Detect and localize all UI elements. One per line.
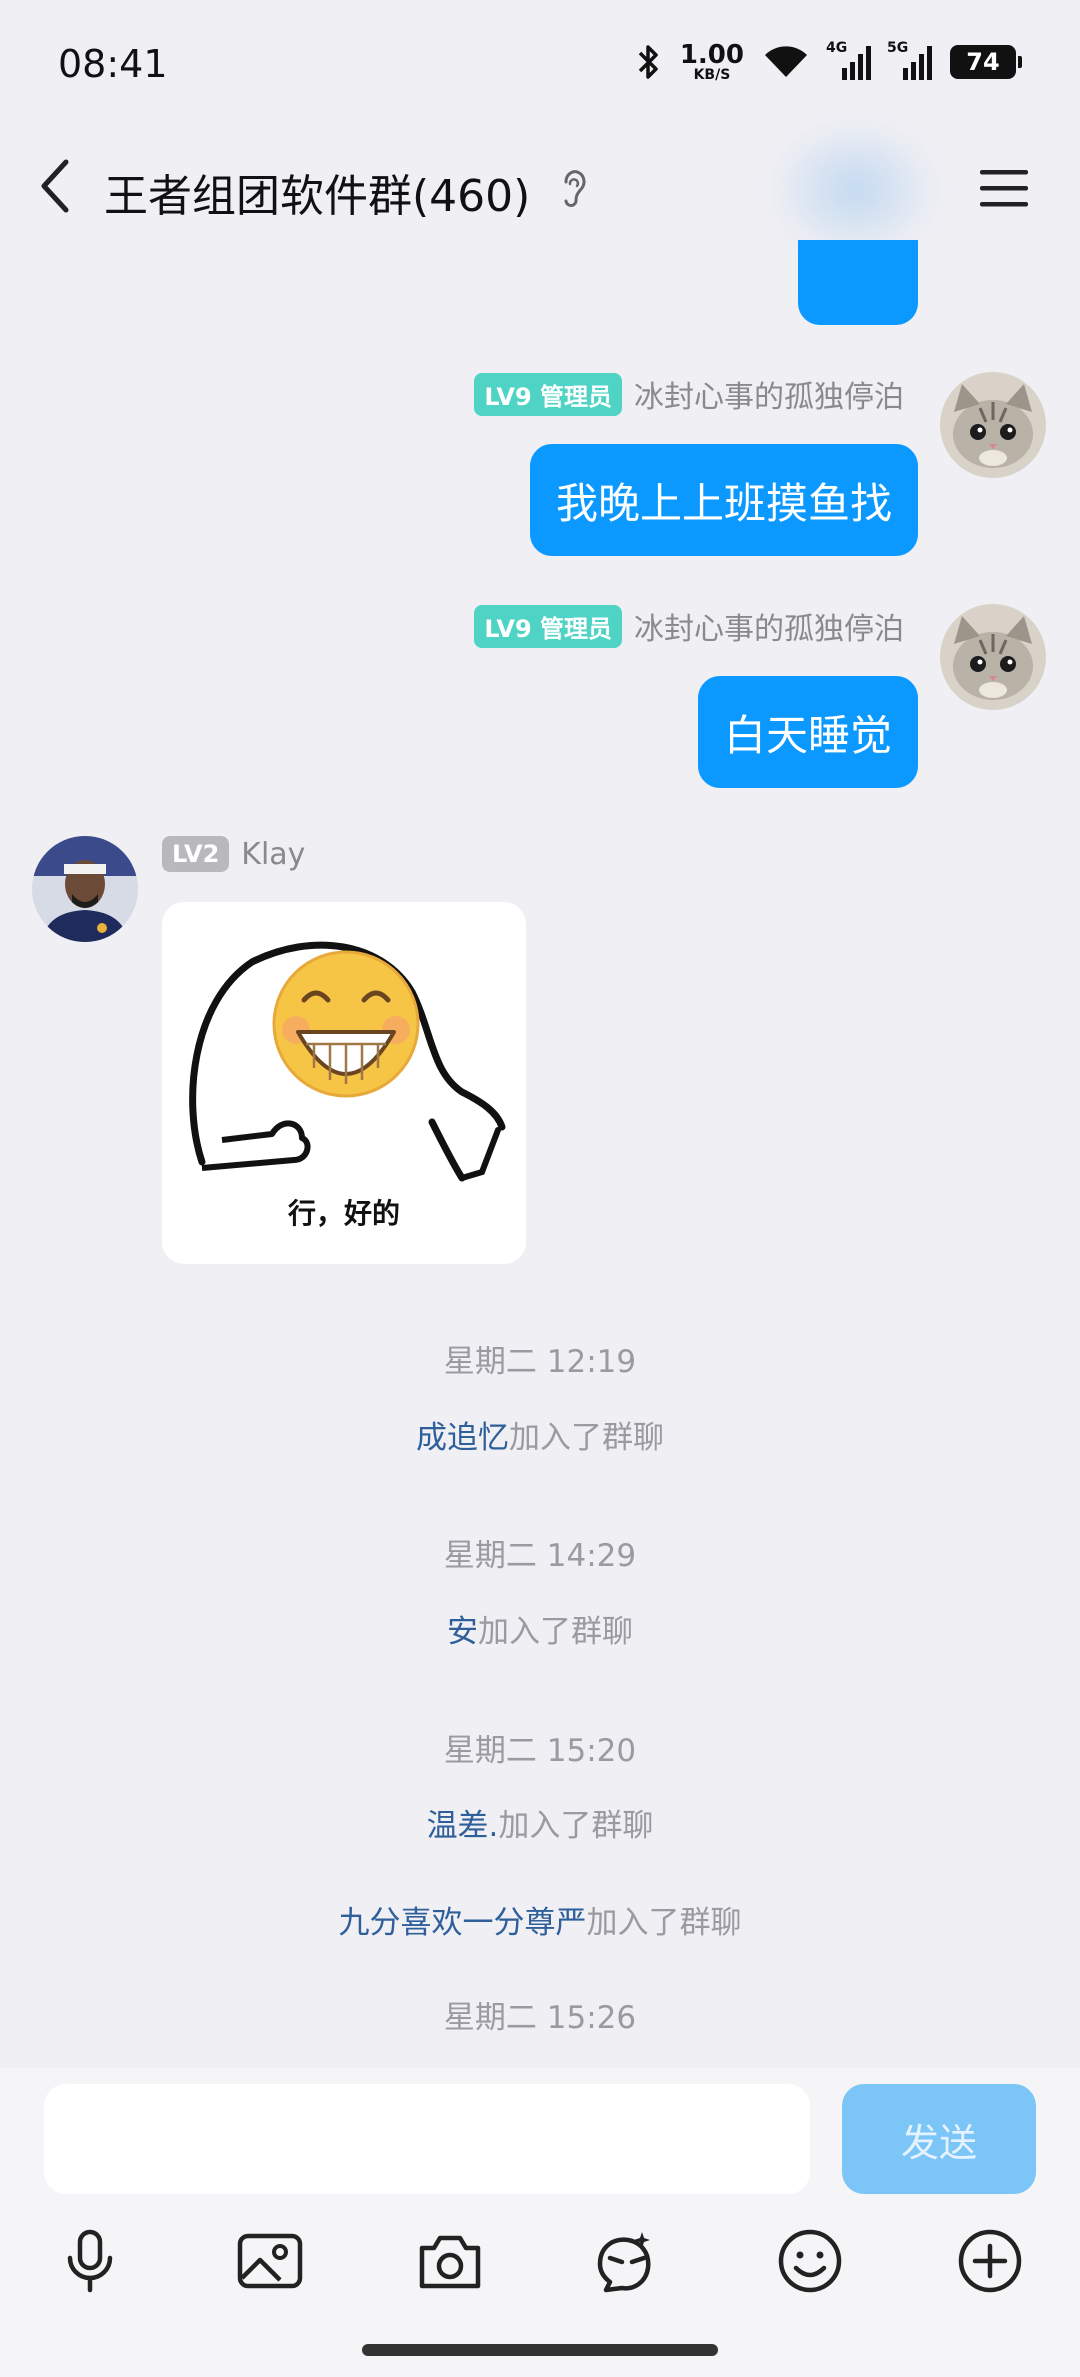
avatar-kitten[interactable] xyxy=(940,604,1046,710)
join-notice: 九分喜欢一分尊严加入了群聊 xyxy=(0,1897,1080,1942)
battery-level: 74 xyxy=(966,48,1000,76)
timestamp: 星期二 15:20 xyxy=(443,1733,637,1769)
battery-icon: 74 xyxy=(950,45,1022,79)
bluetooth-icon xyxy=(638,45,658,79)
join-text: 加入了群聊 xyxy=(478,1614,633,1650)
signal-4g-label: 4G xyxy=(826,40,848,56)
wifi-icon xyxy=(765,46,807,77)
avatar-klay[interactable] xyxy=(32,836,138,942)
status-icons: 1.00 KB/S 4G 5G 74 xyxy=(636,40,1022,82)
timestamp: 星期二 15:26 xyxy=(443,2000,637,2036)
message-meta: LV9 管理员 冰封心事的孤独停泊 xyxy=(474,604,904,648)
signal-4g-icon: 4G xyxy=(826,40,871,80)
message-text: 我晚上上班摸鱼找 xyxy=(555,478,892,528)
send-button[interactable]: 发送 xyxy=(842,2084,1036,2194)
member-name-link[interactable]: 温差. xyxy=(427,1808,499,1844)
member-name-link[interactable]: 成追忆 xyxy=(416,1420,509,1456)
net-speed-value: 1.00 xyxy=(679,40,744,70)
sender-name: 冰封心事的孤独停泊 xyxy=(634,612,904,647)
message-bubble[interactable]: 我晚上上班摸鱼找 xyxy=(529,444,918,556)
blurred-image xyxy=(770,120,940,260)
avatar-kitten[interactable] xyxy=(940,372,1046,478)
sticker-message[interactable]: 行，好的 xyxy=(162,902,526,1264)
level-badge: LV9 管理员 xyxy=(474,604,622,648)
join-notice: 安加入了群聊 xyxy=(0,1606,1080,1651)
signal-5g-label: 5G xyxy=(887,40,909,56)
message-bubble-partial[interactable] xyxy=(798,240,918,325)
image-icon[interactable] xyxy=(236,2228,304,2294)
ear-icon[interactable] xyxy=(558,168,588,208)
camera-icon[interactable] xyxy=(416,2228,484,2294)
join-notice: 成追忆加入了群聊 xyxy=(0,1412,1080,1457)
sender-name: 冰封心事的孤独停泊 xyxy=(634,380,904,415)
timestamp: 星期二 12:19 xyxy=(443,1344,637,1380)
level-badge: LV2 xyxy=(162,836,230,872)
message-text: 白天睡觉 xyxy=(723,710,892,760)
join-text: 加入了群聊 xyxy=(498,1808,654,1844)
emoji-face-icon[interactable] xyxy=(592,2228,660,2294)
timestamp: 星期二 14:29 xyxy=(443,1538,637,1574)
join-text: 加入了群聊 xyxy=(509,1420,664,1456)
sender-name: Klay xyxy=(241,836,306,872)
menu-icon[interactable] xyxy=(978,166,1030,210)
message-input[interactable] xyxy=(44,2084,810,2194)
net-speed: 1.00 KB/S xyxy=(680,42,744,82)
member-name-link[interactable]: 九分喜欢一分尊严 xyxy=(339,1905,587,1941)
status-time: 08:41 xyxy=(58,42,168,86)
home-indicator[interactable] xyxy=(362,2344,718,2356)
join-notice: 温差.加入了群聊 xyxy=(0,1800,1080,1845)
message-meta: LV9 管理员 冰封心事的孤独停泊 xyxy=(474,372,904,416)
back-icon[interactable] xyxy=(36,156,76,216)
message-bubble[interactable]: 白天睡觉 xyxy=(697,676,918,788)
message-meta: LV2 Klay xyxy=(162,836,305,872)
signal-5g-icon: 5G xyxy=(887,40,932,80)
smiley-icon[interactable] xyxy=(776,2228,844,2294)
chat-title[interactable]: 王者组团软件群(460) xyxy=(104,160,530,224)
level-badge: LV9 管理员 xyxy=(474,372,622,416)
join-text: 加入了群聊 xyxy=(586,1905,742,1941)
net-speed-unit: KB/S xyxy=(693,67,731,83)
member-name-link[interactable]: 安 xyxy=(447,1614,478,1650)
plus-icon[interactable] xyxy=(956,2228,1024,2294)
sticker-caption: 行，好的 xyxy=(287,1197,400,1230)
mic-icon[interactable] xyxy=(56,2228,124,2294)
